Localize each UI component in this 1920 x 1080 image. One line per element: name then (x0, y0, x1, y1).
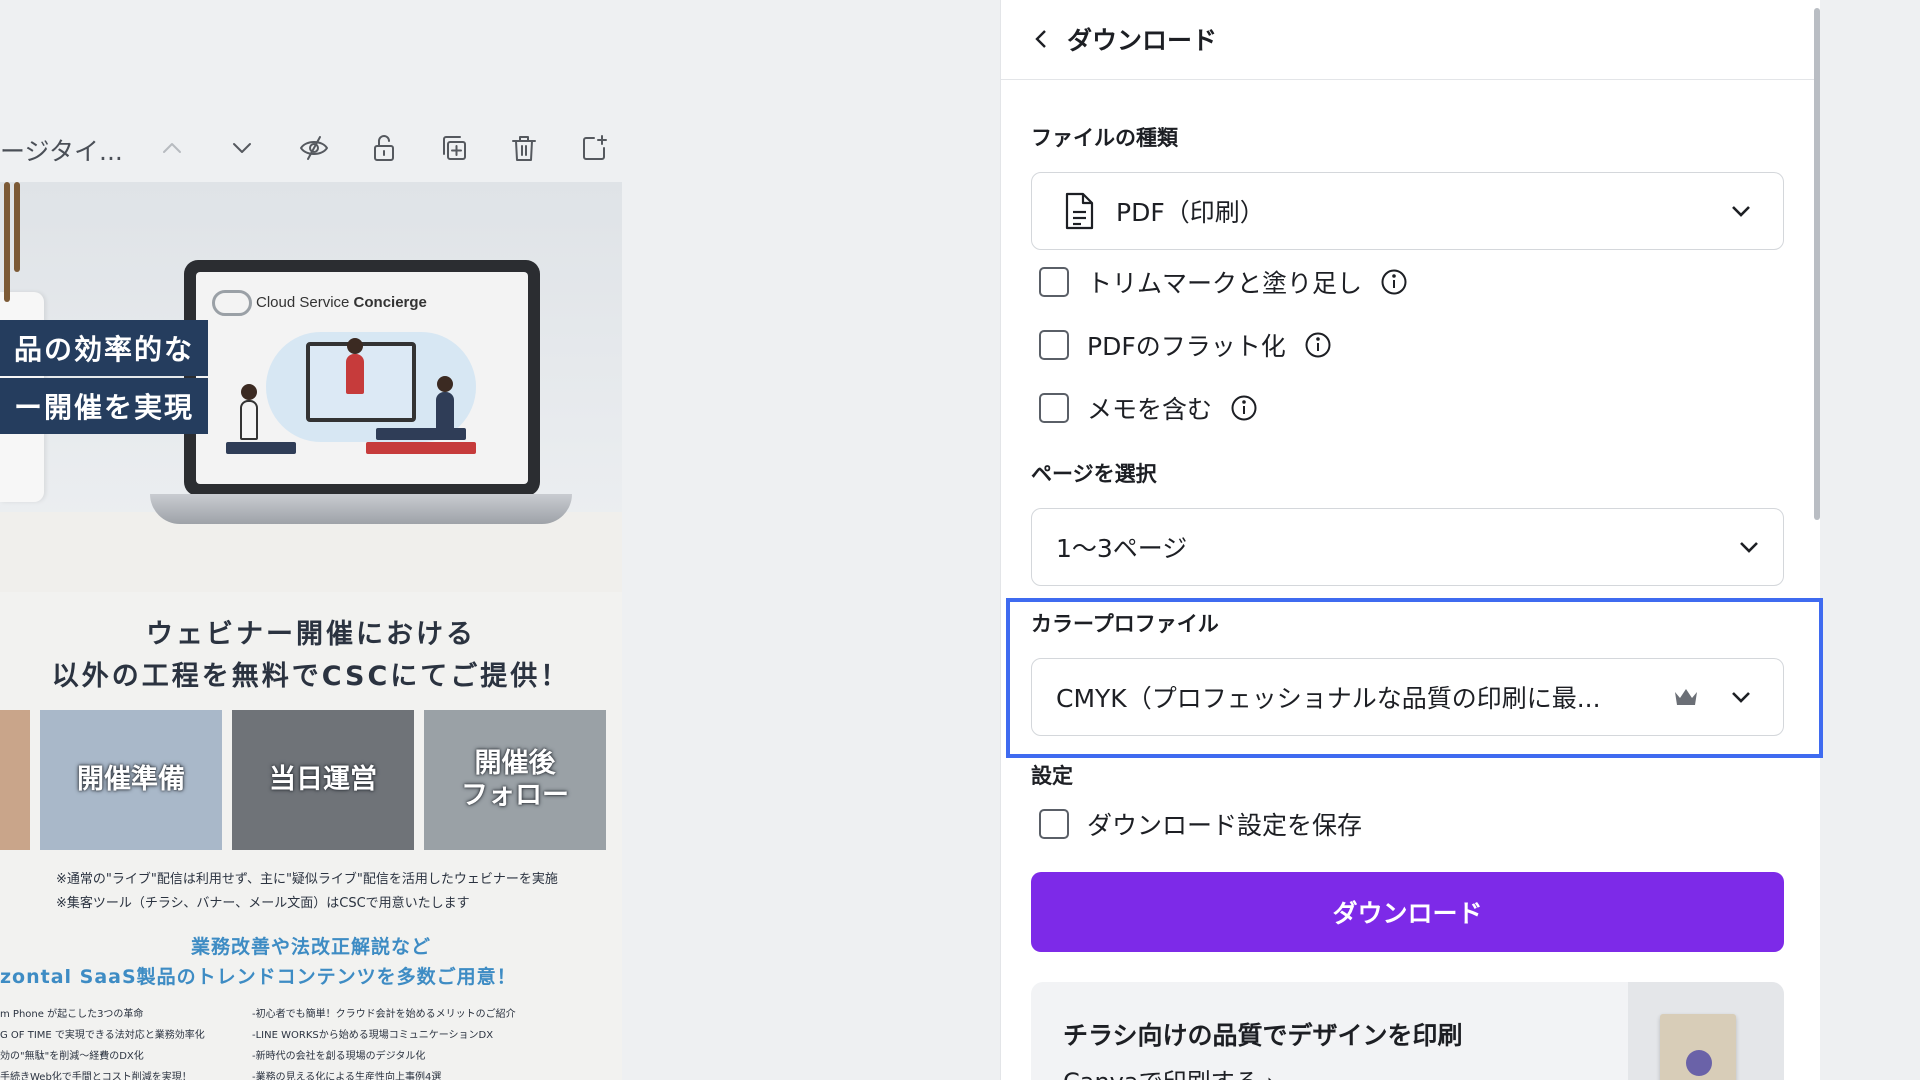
laptop-base (150, 494, 572, 524)
file-type-label: ファイルの種類 (1031, 126, 1178, 150)
blue-heading-1: 業務改善や法改正解説など (190, 936, 431, 958)
save-settings-label: ダウンロード設定を保存 (1087, 811, 1363, 840)
file-document-icon (1062, 191, 1096, 231)
delete-page-button[interactable] (502, 126, 546, 170)
illustration-books (226, 442, 296, 454)
chevron-down-icon (233, 143, 251, 153)
flatten-pdf-checkbox[interactable] (1039, 330, 1069, 360)
chevron-up-icon (163, 143, 181, 153)
desk (0, 512, 622, 592)
add-page-button[interactable] (572, 126, 616, 170)
illustration-head (347, 338, 363, 354)
promo-image (1628, 982, 1784, 1080)
download-button[interactable]: ダウンロード (1031, 872, 1784, 952)
chevron-left-icon (1035, 30, 1046, 48)
illustration-presenter (346, 354, 364, 394)
settings-label: 設定 (1031, 764, 1073, 788)
chevron-down-icon (1737, 535, 1761, 559)
topic-item: G OF TIME で実現できる法対応と業務効率化 (0, 1030, 205, 1041)
hide-page-button[interactable] (292, 126, 336, 170)
topics-left: m Phone が起こした3つの革命 G OF TIME で実現できる法対応と業… (0, 1004, 205, 1080)
promo-title: チラシ向けの品質でデザインを印刷 (1063, 1021, 1463, 1050)
tile-operation: 当日運営 (232, 710, 414, 850)
pages-select[interactable]: 1〜3ページ (1031, 508, 1784, 586)
design-page-canvas[interactable]: Cloud Service Concierge 品の効率的な ー開催を実現 ウェ… (0, 182, 622, 1080)
topic-item: -新時代の会社を創る現場のデジタル化 (252, 1051, 426, 1062)
include-notes-option: メモを含む (1039, 388, 1258, 428)
illustration-person-right (436, 392, 454, 432)
info-icon[interactable] (1230, 394, 1258, 422)
pages-label: ページを選択 (1031, 462, 1157, 486)
add-page-icon (583, 135, 607, 160)
banner-line-1: 品の効率的な (0, 320, 209, 376)
trim-marks-checkbox[interactable] (1039, 267, 1069, 297)
tile-follow-up: 開催後 フォロー (424, 710, 606, 850)
print-promo-card[interactable]: チラシ向けの品質でデザインを印刷 Canvaで印刷する › (1031, 982, 1784, 1080)
topic-item: 効の"無駄"を削減〜経費のDX化 (0, 1051, 144, 1062)
tile-partial (0, 710, 30, 850)
topic-item: 手続きWeb化で手間とコスト削減を実現！ (0, 1072, 192, 1080)
move-page-down-button[interactable] (220, 126, 264, 170)
topics-right: -初心者でも簡単！クラウド会計を始めるメリットのご紹介 -LINE WORKSか… (252, 1004, 516, 1080)
blue-heading-2: zontal SaaS製品のトレンドコンテンツを多数ご用意！ (0, 966, 517, 988)
cloud-logo-icon (212, 290, 252, 316)
illustration-head (437, 376, 453, 392)
lock-page-button[interactable] (362, 126, 406, 170)
chevron-right-icon: › (1266, 1068, 1276, 1080)
laptop-display: Cloud Service Concierge (196, 272, 528, 484)
duplicate-page-button[interactable] (432, 126, 476, 170)
save-settings-checkbox[interactable] (1039, 809, 1069, 839)
process-tiles: 開催準備 当日運営 開催後 フォロー (0, 710, 622, 850)
illustration-books (376, 428, 466, 440)
page-toolbar: ージタイ... (0, 118, 620, 178)
illustration-books (366, 442, 476, 454)
pages-value: 1〜3ページ (1056, 534, 1188, 563)
trim-marks-option: トリムマークと塗り足し (1039, 262, 1408, 302)
save-settings-option: ダウンロード設定を保存 (1039, 804, 1362, 844)
illustration-head (241, 384, 257, 400)
trim-marks-label: トリムマークと塗り足し (1087, 269, 1363, 298)
info-icon[interactable] (1304, 331, 1332, 359)
move-page-up-button[interactable] (150, 126, 194, 170)
crown-icon (1673, 685, 1699, 709)
back-button[interactable]: ダウンロード (1031, 22, 1217, 56)
file-type-select[interactable]: PDF（印刷） (1031, 172, 1784, 250)
note-2: ※集客ツール（チラシ、バナー、メール文面）はCSCで用意いたします (56, 896, 470, 911)
topic-item: m Phone が起こした3つの革命 (0, 1009, 144, 1020)
illustration-person-left (240, 400, 258, 440)
panel-title: ダウンロード (1067, 26, 1218, 55)
topic-item: -業務の見える化による生産性向上事例4選 (252, 1072, 442, 1080)
duplicate-icon (443, 136, 466, 160)
headline-line-2: 以外の工程を無料でCSCにてご提供！ (51, 661, 571, 692)
flyer-thumbnail (1660, 1014, 1736, 1080)
trash-icon (512, 136, 536, 161)
file-type-value: PDF（印刷） (1116, 198, 1265, 227)
topic-item: -初心者でも簡単！クラウド会計を始めるメリットのご紹介 (252, 1009, 516, 1020)
brand-name: Cloud Service Concierge (256, 294, 427, 311)
color-profile-value: CMYK（プロフェッショナルな品質の印刷に最... (1056, 684, 1601, 713)
headline-line-1: ウェビナー開催における (146, 619, 476, 650)
flatten-pdf-option: PDFのフラット化 (1039, 325, 1332, 365)
tile-preparation: 開催準備 (40, 710, 222, 850)
unlock-icon (374, 135, 394, 161)
promo-link[interactable]: Canvaで印刷する › (1063, 1062, 1276, 1080)
flatten-pdf-label: PDFのフラット化 (1087, 332, 1286, 361)
panel-scrollbar[interactable] (1814, 8, 1820, 520)
include-notes-label: メモを含む (1087, 395, 1213, 424)
panel-header: ダウンロード (1001, 0, 1816, 80)
banner-line-2: ー開催を実現 (0, 378, 209, 434)
page-title[interactable]: ージタイ... (0, 132, 123, 168)
chevron-down-icon (1729, 685, 1753, 709)
eye-slash-icon (300, 136, 328, 160)
laptop-screen: Cloud Service Concierge (184, 260, 540, 496)
chevron-down-icon (1729, 199, 1753, 223)
include-notes-checkbox[interactable] (1039, 393, 1069, 423)
color-profile-select[interactable]: CMYK（プロフェッショナルな品質の印刷に最... (1031, 658, 1784, 736)
download-panel: ダウンロード ファイルの種類 PDF（印刷） トリムマークと塗り足し PDFのフ… (1000, 0, 1823, 1080)
note-1: ※通常の"ライブ"配信は利用せず、主に"疑似ライブ"配信を活用したウェビナーを実… (56, 872, 558, 887)
info-icon[interactable] (1380, 268, 1408, 296)
color-profile-label: カラープロファイル (1031, 612, 1219, 636)
topic-item: -LINE WORKSから始める現場コミュニケーションDX (252, 1030, 494, 1041)
